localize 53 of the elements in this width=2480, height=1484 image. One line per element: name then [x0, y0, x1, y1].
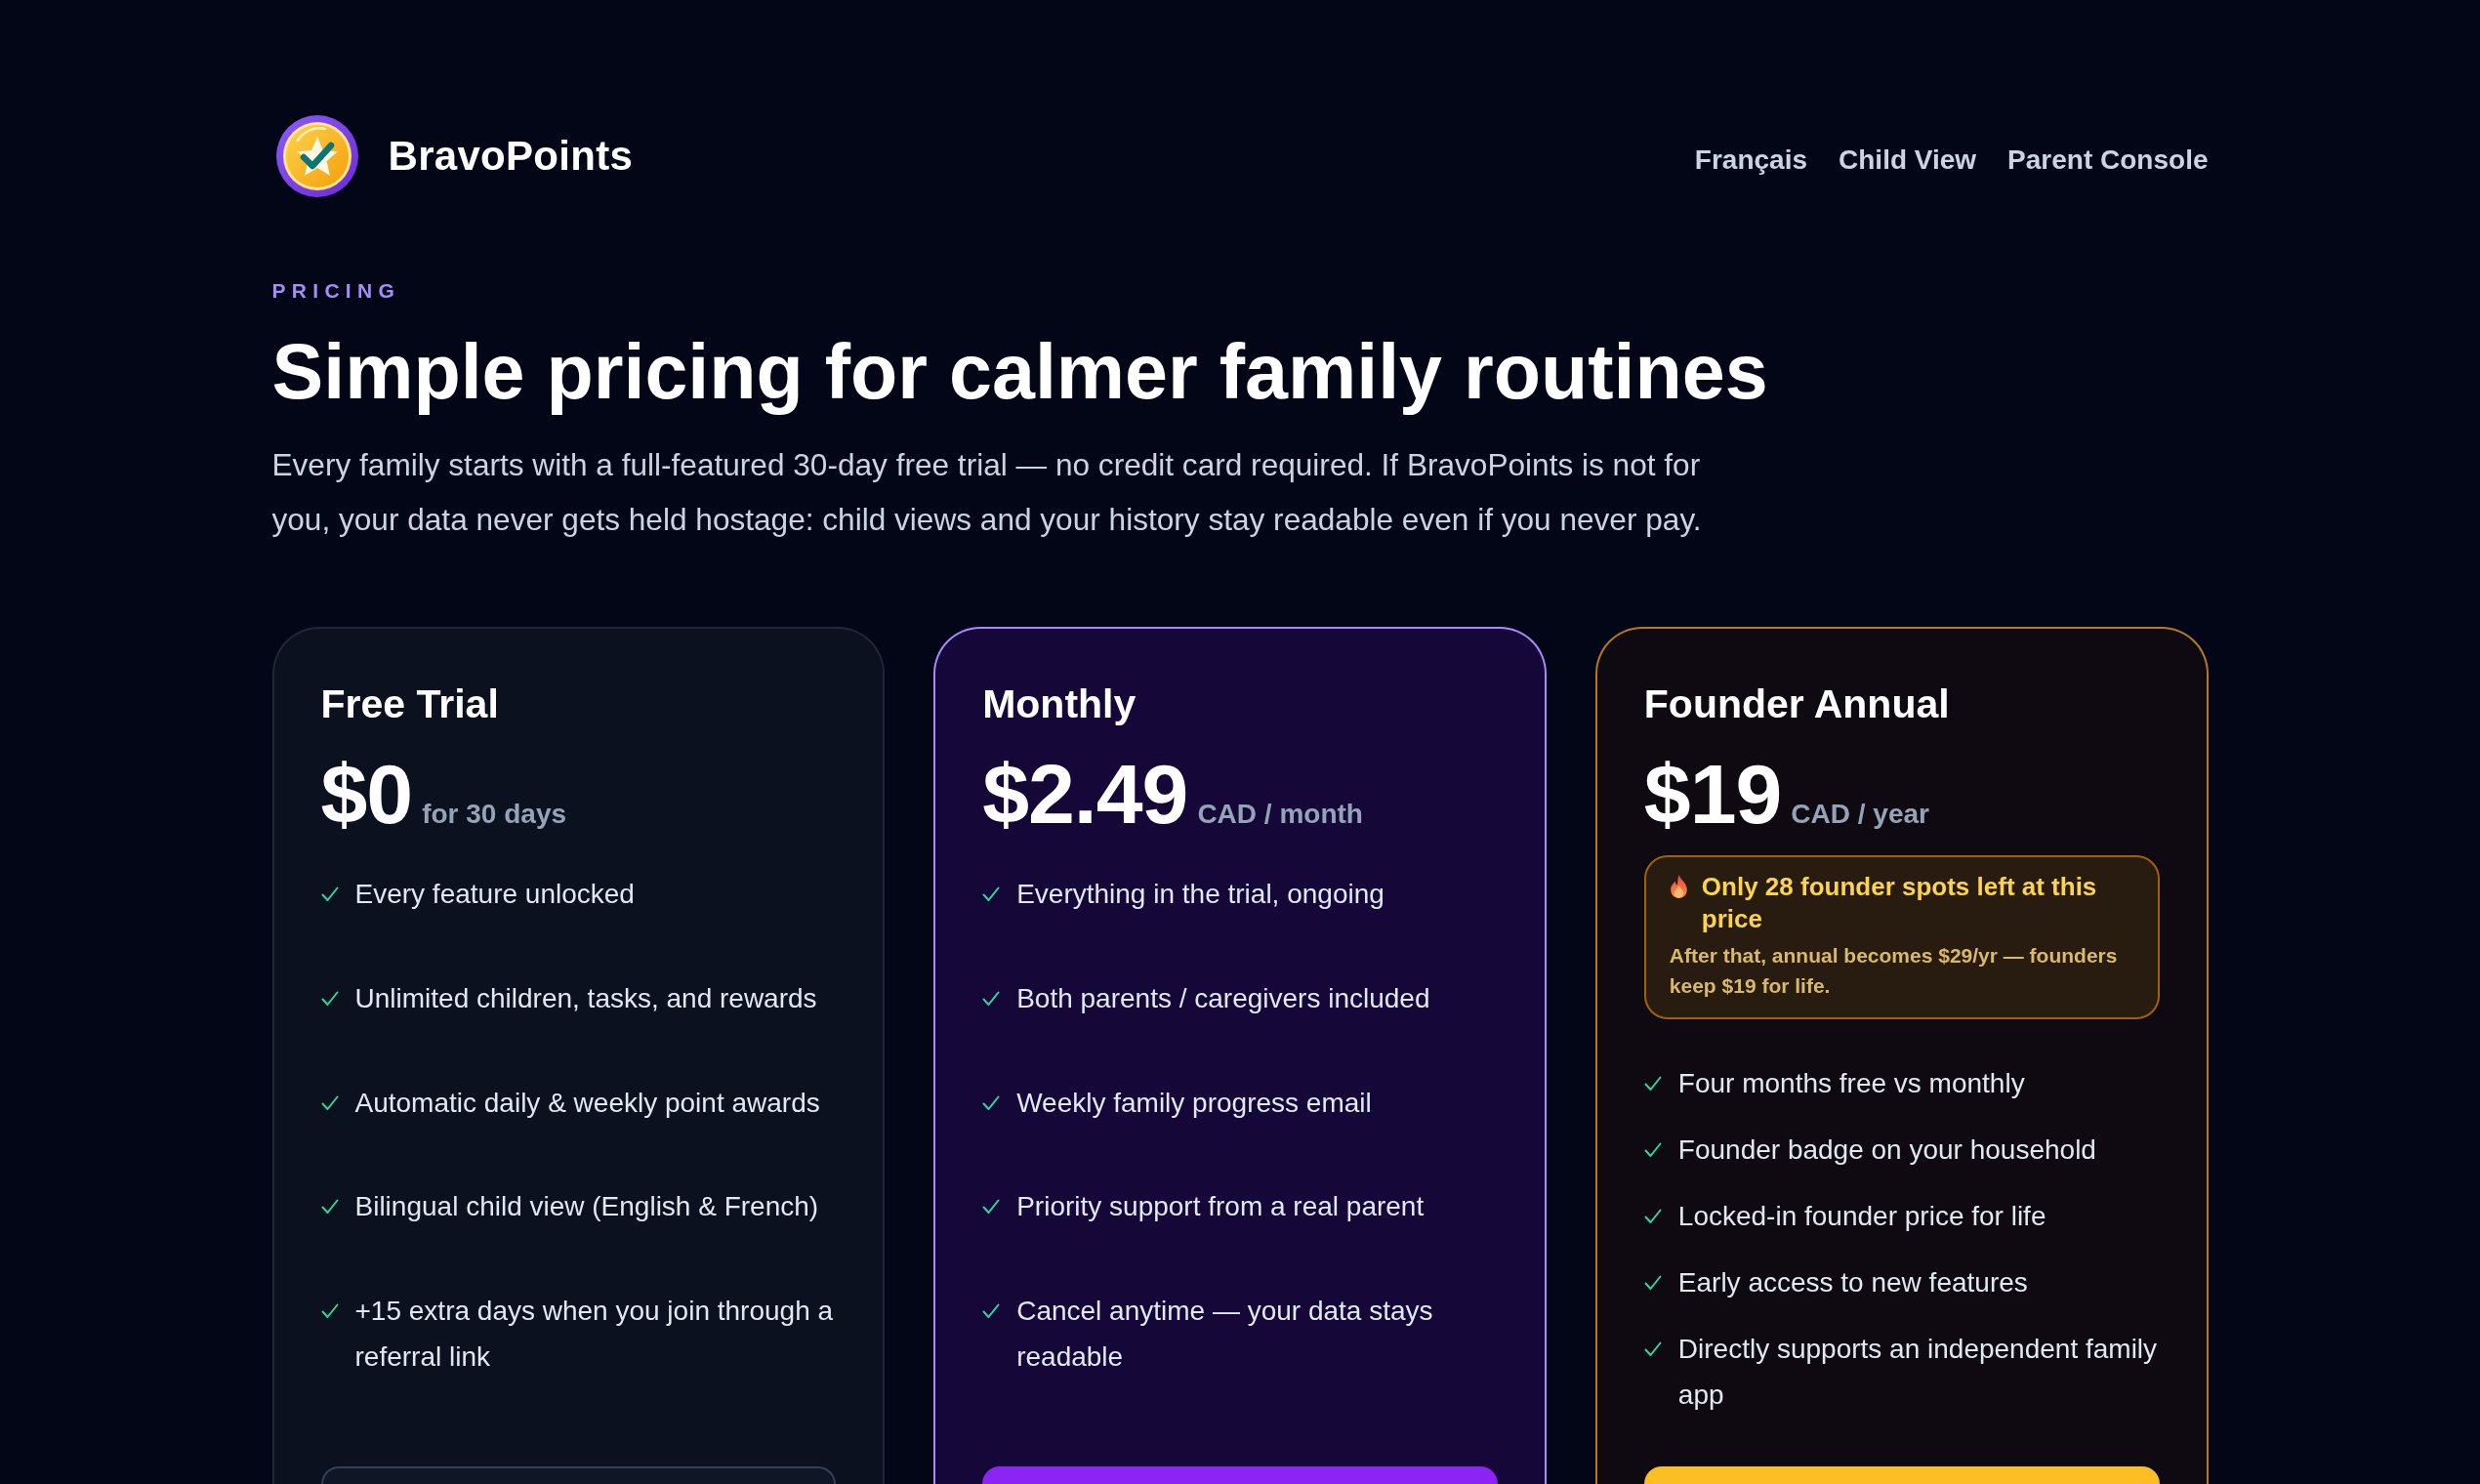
star-check-logo-icon	[275, 115, 358, 197]
flame-icon	[1669, 875, 1688, 898]
check-icon	[320, 1094, 339, 1111]
plan-button[interactable]	[982, 1466, 1498, 1484]
plan-price: $0	[320, 756, 413, 832]
check-icon	[1643, 1275, 1662, 1291]
check-icon	[982, 1094, 1001, 1111]
plan-button[interactable]	[320, 1466, 837, 1484]
check-icon	[1643, 1209, 1662, 1224]
intro-paragraph: Every family starts with a full-featured 30-day free trial — no credit card required. If BravoPoints is not for you, your data never gets held hostage: child views and your history stay readable even if you never pay.	[271, 446, 1703, 539]
feature-text: Unlimited children, tasks, and rewards	[354, 981, 817, 1015]
plan-name: Monthly	[982, 681, 1137, 726]
price-period: CAD / year	[1791, 799, 1929, 830]
feature-text: Priority support from a real parent	[1016, 1190, 1425, 1224]
check-icon	[320, 990, 339, 1007]
page-heading: Simple pricing for calmer family routines	[271, 330, 1768, 413]
feature-text: +15 extra days when you join through a referral link	[354, 1295, 835, 1375]
nav-link[interactable]: Child View	[1839, 144, 1977, 176]
check-icon	[982, 990, 1001, 1007]
plan-name: Founder Annual	[1643, 681, 1950, 726]
nav-link[interactable]: Parent Console	[2007, 144, 2209, 176]
price-period: for 30 days	[422, 799, 567, 830]
feature-text: Automatic daily & weekly point awards	[354, 1086, 820, 1120]
feature-text: Early access to new features	[1677, 1266, 2028, 1299]
check-icon	[1643, 1142, 1662, 1158]
feature-text: Founder badge on your household	[1677, 1134, 2096, 1167]
feature-text: Cancel anytime — your data stays readable	[1016, 1295, 1434, 1375]
nav-link[interactable]: Français	[1694, 144, 1808, 176]
plan-button[interactable]	[1643, 1466, 2160, 1484]
notice-title: Only 28 founder spots left at this price	[1701, 871, 2098, 935]
check-icon	[982, 1199, 1001, 1216]
feature-text: Everything in the trial, ongoing	[1016, 878, 1385, 911]
feature-text: Both parents / caregivers included	[1016, 981, 1430, 1015]
feature-text: Bilingual child view (English & French)	[354, 1190, 819, 1224]
price-period: CAD / month	[1197, 799, 1363, 830]
feature-text: Weekly family progress email	[1016, 1086, 1372, 1120]
check-icon	[320, 1199, 339, 1216]
feature-text: Four months free vs monthly	[1677, 1067, 2025, 1100]
check-icon	[320, 886, 339, 902]
feature-text: Every feature unlocked	[354, 878, 635, 911]
brand-name: BravoPoints	[388, 133, 634, 180]
feature-text: Directly supports an independent family app	[1677, 1333, 2159, 1412]
plan-price: $2.49	[982, 756, 1188, 832]
check-icon	[982, 886, 1001, 902]
section-eyebrow: PRICING	[271, 278, 401, 303]
notice-text: After that, annual becomes $29/yr — founders keep $19 for life.	[1669, 943, 2119, 999]
check-icon	[1643, 1341, 1662, 1357]
check-icon	[1643, 1076, 1662, 1092]
plan-price: $19	[1643, 756, 1782, 832]
check-icon	[320, 1303, 339, 1320]
check-icon	[982, 1303, 1001, 1320]
plan-name: Free Trial	[320, 681, 499, 726]
feature-text: Locked-in founder price for life	[1677, 1200, 2046, 1233]
